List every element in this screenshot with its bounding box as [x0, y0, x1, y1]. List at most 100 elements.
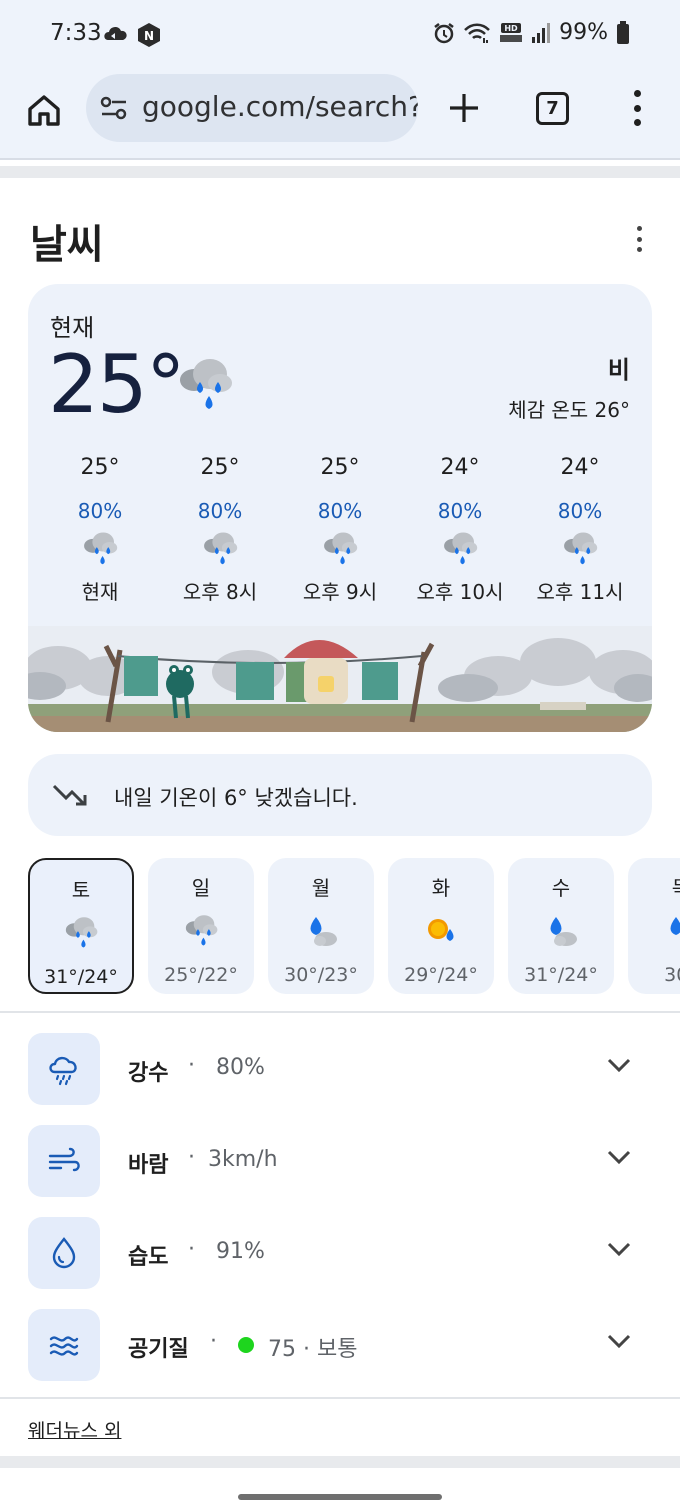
wind-value: 3km/h	[208, 1147, 278, 1172]
air-quality-row[interactable]: 공기질 · 75 · 보통	[28, 1309, 652, 1381]
chevron-down-icon	[607, 1058, 631, 1073]
air-quality-value: 75 · 보통	[268, 1337, 358, 1362]
hourly-temp: 25°	[200, 455, 240, 480]
day-name: 목	[628, 872, 680, 900]
day-card[interactable]: 수 31°/24°	[508, 858, 614, 994]
droplet-outline-icon	[52, 1237, 76, 1269]
menu-dot	[633, 104, 641, 112]
current-weather-panel: 현재 25° 비 체감 온도 26° 25° 80% 현재 25° 80% 오후…	[28, 284, 652, 732]
divider	[0, 1011, 680, 1013]
tab-switcher-button[interactable]: 7	[536, 92, 569, 125]
hd-voice-icon: HD	[500, 22, 523, 42]
tomorrow-text: 내일 기온이 6° 낮겠습니다.	[114, 786, 358, 810]
hourly-time: 현재	[81, 580, 119, 604]
day-temps: 25°/22°	[164, 964, 238, 986]
precipitation-label: 강수	[128, 1061, 169, 1086]
day-temps: 30°	[664, 964, 680, 986]
hourly-time: 오후 11시	[536, 580, 624, 604]
humidity-label: 습도	[128, 1245, 169, 1270]
hourly-item[interactable]: 25° 80% 오후 8시	[160, 454, 280, 605]
url-text[interactable]: google.com/search?q	[142, 90, 418, 123]
weather-illustration	[28, 626, 652, 732]
status-right: HD 99%	[433, 20, 630, 45]
day-card[interactable]: 화 29°/24°	[388, 858, 494, 994]
weather-title: 날씨	[30, 222, 104, 268]
hourly-time: 오후 10시	[416, 580, 504, 604]
site-settings-icon[interactable]	[100, 96, 128, 120]
more-dot	[636, 236, 642, 242]
battery-percent: 99%	[559, 20, 608, 45]
home-icon	[28, 95, 60, 126]
status-time: 7:33	[50, 20, 102, 46]
day-card[interactable]: 목 30°	[628, 858, 680, 994]
rain-cloud-icon	[185, 915, 218, 946]
wind-label: 바람	[128, 1153, 169, 1178]
day-name: 월	[311, 876, 331, 900]
browser-menu-button[interactable]	[624, 86, 650, 130]
air-quality-status-dot	[238, 1337, 254, 1353]
section-separator	[0, 1456, 680, 1468]
menu-dot	[633, 119, 641, 126]
day-temps: 31°/24°	[524, 964, 598, 986]
hourly-precip: 80%	[317, 499, 363, 523]
precipitation-value: 80%	[216, 1055, 265, 1080]
toolbar-divider	[0, 158, 680, 160]
address-bar[interactable]: google.com/search?q	[86, 74, 418, 142]
daily-forecast[interactable]: 토 31°/24° 일 25°/22° 월 30°/23° 화 29°/24° …	[28, 858, 680, 994]
wifi-icon	[464, 23, 490, 43]
day-name: 일	[191, 876, 211, 900]
humidity-row[interactable]: 습도 · 91%	[28, 1217, 652, 1289]
day-temps: 31°/24°	[44, 966, 118, 988]
plus-icon	[450, 94, 478, 122]
hourly-item[interactable]: 25° 80% 오후 9시	[280, 454, 400, 605]
day-temps: 30°/23°	[284, 964, 358, 986]
menu-dot	[633, 90, 641, 97]
rain-cloud-icon	[444, 532, 478, 565]
status-left-icons: N	[102, 22, 162, 48]
rain-cloud-icon	[65, 917, 98, 948]
drop-cloud-icon	[310, 917, 337, 946]
browser-toolbar: google.com/search?q 7	[0, 68, 680, 158]
wind-row[interactable]: 바람 · 3km/h	[28, 1125, 652, 1197]
gesture-nav-handle[interactable]	[238, 1494, 442, 1500]
tomorrow-summary: 내일 기온이 6° 낮겠습니다.	[28, 754, 652, 836]
precipitation-row[interactable]: 강수 · 80%	[28, 1033, 652, 1105]
feels-like: 체감 온도 26°	[508, 398, 630, 422]
weather-more-button[interactable]	[632, 226, 646, 252]
current-condition: 비	[607, 356, 630, 384]
hourly-item[interactable]: 25° 80% 현재	[40, 454, 160, 605]
more-dot	[636, 247, 642, 252]
status-bar: 7:33 N HD 99%	[0, 0, 680, 68]
svg-text:N: N	[144, 29, 154, 43]
hourly-forecast[interactable]: 25° 80% 현재 25° 80% 오후 8시 25° 80% 오후 9시 2…	[28, 454, 652, 605]
day-temps: 29°/24°	[404, 964, 478, 986]
hourly-precip: 80%	[437, 499, 483, 523]
hourly-temp: 24°	[440, 455, 480, 480]
source-link[interactable]: 웨더뉴스 외	[28, 1416, 121, 1443]
hourly-time: 오후 9시	[302, 580, 378, 604]
day-card[interactable]: 월 30°/23°	[268, 858, 374, 994]
section-separator	[0, 166, 680, 178]
day-name: 수	[551, 876, 571, 900]
air-quality-label: 공기질	[128, 1337, 189, 1362]
hourly-item[interactable]: 24° 80% 오후 11시	[520, 454, 640, 605]
battery-icon	[617, 20, 629, 44]
hourly-precip: 80%	[557, 499, 603, 523]
wind-icon	[48, 1147, 80, 1172]
hourly-item[interactable]: 24° 80% 오후 10시	[400, 454, 520, 605]
day-card-selected[interactable]: 토 31°/24°	[28, 858, 134, 994]
more-dot	[636, 226, 642, 231]
alarm-icon	[434, 22, 454, 43]
rain-cloud-icon	[84, 532, 118, 565]
new-tab-button[interactable]	[442, 86, 486, 130]
home-button[interactable]	[22, 88, 66, 132]
drop-cloud-icon	[550, 917, 577, 946]
chevron-down-icon	[607, 1334, 631, 1349]
tab-count: 7	[546, 98, 559, 119]
rain-cloud-icon	[204, 532, 238, 565]
current-temperature: 25°	[48, 338, 186, 431]
rain-cloud-icon	[324, 532, 358, 565]
rain-cloud-outline-icon	[49, 1056, 77, 1086]
drop-icon	[670, 917, 680, 935]
day-card[interactable]: 일 25°/22°	[148, 858, 254, 994]
